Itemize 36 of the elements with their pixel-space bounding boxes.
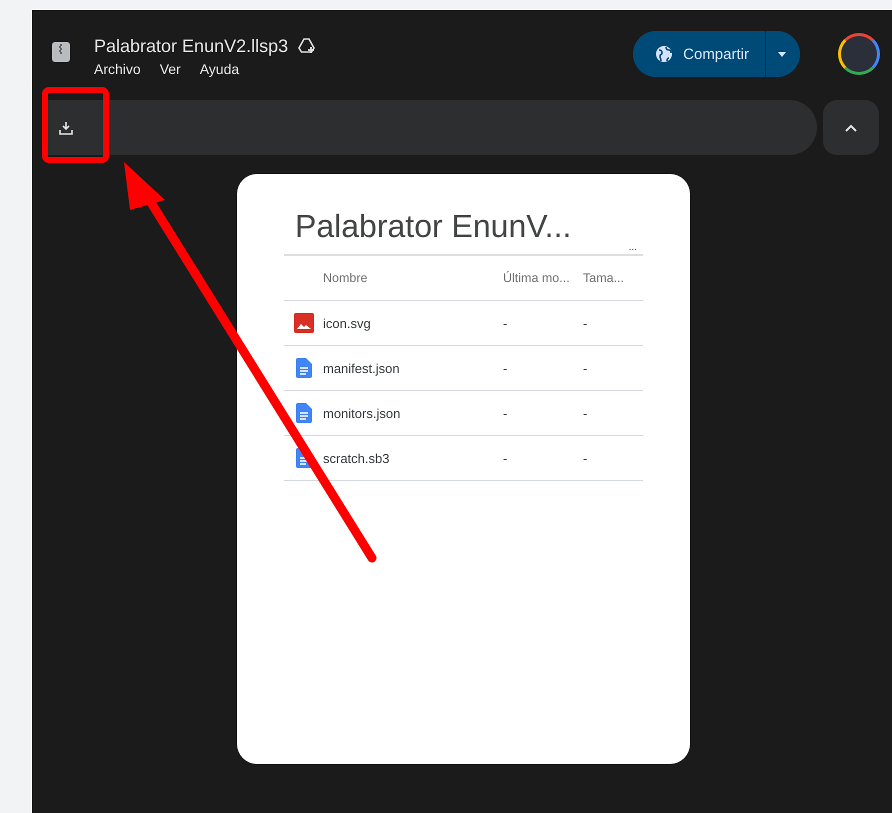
file-name: manifest.json (323, 360, 401, 376)
document-file-icon (296, 403, 312, 423)
file-name: icon.svg (323, 316, 372, 330)
avatar[interactable] (838, 33, 880, 75)
modified-date: - (503, 406, 508, 420)
file-name: scratch.sb3 (323, 450, 390, 466)
file-row[interactable]: icon.svg - - (284, 301, 643, 346)
file-name: monitors.json (323, 406, 402, 420)
add-to-drive-icon[interactable] (298, 37, 316, 55)
archive-title: Palabrator EnunV... (294, 208, 572, 244)
file-row[interactable]: manifest.json - - (284, 346, 643, 391)
file-size: - (583, 360, 588, 376)
file-row[interactable]: scratch.sb3 - - (284, 436, 643, 481)
menu-item[interactable]: Ayuda (200, 60, 240, 76)
zip-file-icon (52, 42, 70, 62)
chevron-up-icon (845, 124, 857, 132)
file-title: Palabrator EnunV2.llsp3 (94, 36, 288, 56)
file-size: - (583, 316, 588, 330)
globe-icon (655, 45, 674, 63)
document-file-icon (296, 358, 312, 378)
caret-icon (778, 52, 786, 56)
share-button[interactable]: Compartir (633, 31, 766, 77)
file-row[interactable]: monitors.json - - (284, 391, 643, 436)
download-icon (59, 120, 73, 134)
file-size: - (583, 406, 588, 420)
file-size: - (583, 450, 588, 466)
menu-item[interactable]: Archivo (94, 60, 141, 76)
size-column-header[interactable]: Tama... (583, 271, 641, 285)
more-button[interactable]: ... (628, 244, 637, 254)
modified-date: - (503, 450, 508, 466)
modified-date: - (503, 316, 508, 330)
image-file-icon (294, 313, 314, 333)
modified-date: - (503, 360, 508, 376)
menu-item[interactable]: Ver (160, 60, 181, 76)
modified-column-header[interactable]: Última mo... (503, 271, 583, 285)
name-column-header[interactable]: Nombre (323, 271, 503, 285)
